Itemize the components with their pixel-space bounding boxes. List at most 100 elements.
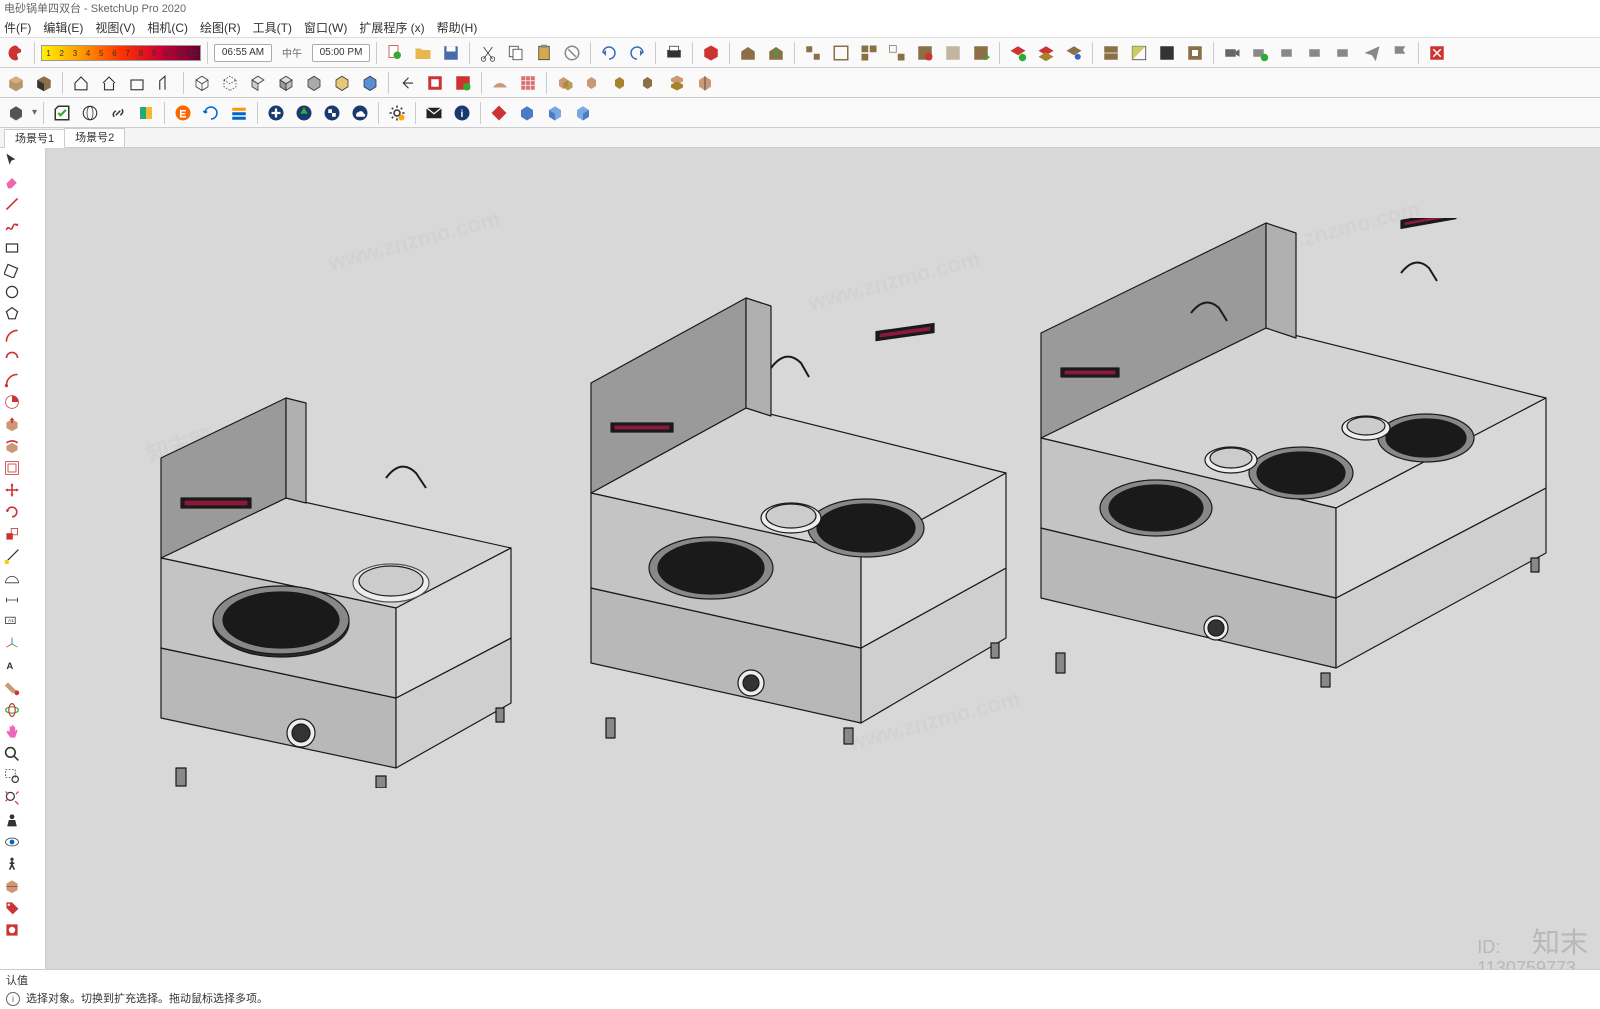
section-icon[interactable]	[2, 876, 22, 896]
layer-visibility-icon[interactable]	[1062, 41, 1086, 65]
scale-icon[interactable]	[2, 524, 22, 544]
zoom-icon[interactable]	[2, 744, 22, 764]
menu-edit[interactable]: 编辑(E)	[43, 19, 83, 36]
walk-icon[interactable]	[2, 854, 22, 874]
ext-box-left-icon[interactable]	[543, 101, 567, 125]
shadow-gradient[interactable]: 123456789101112	[41, 45, 201, 61]
house-left-icon[interactable]	[153, 71, 177, 95]
select-icon[interactable]	[2, 150, 22, 170]
tag-icon[interactable]	[2, 898, 22, 918]
style-wire-icon[interactable]	[190, 71, 214, 95]
palette-icon[interactable]	[4, 41, 28, 65]
open-icon[interactable]	[411, 41, 435, 65]
section-fill-icon[interactable]	[1155, 41, 1179, 65]
ext-enscape-icon[interactable]	[171, 101, 195, 125]
camera-next-icon[interactable]	[1304, 41, 1328, 65]
style-xray-icon[interactable]	[330, 71, 354, 95]
component-edit-icon[interactable]	[829, 41, 853, 65]
undo-icon[interactable]	[597, 41, 621, 65]
delete-icon[interactable]	[560, 41, 584, 65]
tab-scene1[interactable]: 场景号1	[4, 129, 65, 148]
hide-icon[interactable]	[941, 41, 965, 65]
pan-icon[interactable]	[2, 722, 22, 742]
style-mono-icon[interactable]	[302, 71, 326, 95]
send-icon[interactable]	[1360, 41, 1384, 65]
menu-window[interactable]: 窗口(W)	[304, 19, 347, 36]
eraser-icon[interactable]	[2, 172, 22, 192]
redo-icon[interactable]	[625, 41, 649, 65]
arc2-icon[interactable]	[2, 348, 22, 368]
camera-play-icon[interactable]	[1248, 41, 1272, 65]
look-around-icon[interactable]	[2, 832, 22, 852]
dimension-icon[interactable]	[2, 590, 22, 610]
solid-intersect-icon[interactable]	[581, 71, 605, 95]
ext-cloud-icon[interactable]	[348, 101, 372, 125]
print-icon[interactable]	[662, 41, 686, 65]
tab-scene2[interactable]: 场景号2	[64, 128, 125, 147]
solid-subtract-icon[interactable]	[609, 71, 633, 95]
camera-record-icon[interactable]	[1220, 41, 1244, 65]
shadow-time-start[interactable]: 06:55 AM	[214, 44, 272, 62]
polygon-icon[interactable]	[2, 304, 22, 324]
3dtext-icon[interactable]: A	[2, 656, 22, 676]
pushpull-icon[interactable]	[2, 414, 22, 434]
house-icon[interactable]	[69, 71, 93, 95]
ext-globe-icon[interactable]	[78, 101, 102, 125]
group-icon[interactable]	[857, 41, 881, 65]
solid-split-icon[interactable]	[665, 71, 689, 95]
style-shaded-icon[interactable]	[246, 71, 270, 95]
layer-new-icon[interactable]	[1006, 41, 1030, 65]
position-camera-icon[interactable]	[2, 810, 22, 830]
box-icon[interactable]	[4, 71, 28, 95]
viewport-3d[interactable]: www.znzmo.com 知末网 www.znzmo.com 知末网 www.…	[46, 148, 1600, 969]
followme-icon[interactable]	[2, 436, 22, 456]
menu-camera[interactable]: 相机(C)	[147, 19, 188, 36]
text-icon[interactable]: A1	[2, 612, 22, 632]
menu-tools[interactable]: 工具(T)	[253, 19, 292, 36]
zoom-window-icon[interactable]	[2, 766, 22, 786]
ext-link-icon[interactable]	[106, 101, 130, 125]
ext-box-right-icon[interactable]	[571, 101, 595, 125]
new-file-icon[interactable]	[383, 41, 407, 65]
camera-stop-icon[interactable]	[1332, 41, 1356, 65]
ext-diamond-icon[interactable]	[487, 101, 511, 125]
section-display-icon[interactable]	[1127, 41, 1151, 65]
ext-plus-icon[interactable]	[264, 101, 288, 125]
ext-checker-icon[interactable]	[320, 101, 344, 125]
rectangle-icon[interactable]	[2, 238, 22, 258]
component-attributes-icon[interactable]	[451, 71, 475, 95]
move-icon[interactable]	[2, 480, 22, 500]
section-cut-icon[interactable]	[1183, 41, 1207, 65]
ext-gear-icon[interactable]	[385, 101, 409, 125]
ext-mail-icon[interactable]	[422, 101, 446, 125]
solid-outer-icon[interactable]	[693, 71, 717, 95]
tape-icon[interactable]	[2, 546, 22, 566]
paste-icon[interactable]	[532, 41, 556, 65]
save-icon[interactable]	[439, 41, 463, 65]
warehouse-icon[interactable]	[736, 41, 760, 65]
sandbox-icon[interactable]	[488, 71, 512, 95]
ext-refresh-icon[interactable]	[199, 101, 223, 125]
orbit-icon[interactable]	[2, 700, 22, 720]
freehand-icon[interactable]	[2, 216, 22, 236]
box-open-icon[interactable]	[32, 71, 56, 95]
protractor-icon[interactable]	[2, 568, 22, 588]
house-back-icon[interactable]	[125, 71, 149, 95]
sandbox-grid-icon[interactable]	[516, 71, 540, 95]
ext-cube-icon[interactable]	[4, 101, 28, 125]
house-front-icon[interactable]	[97, 71, 121, 95]
axes-icon[interactable]	[2, 634, 22, 654]
ext-box-blue-icon[interactable]	[515, 101, 539, 125]
model-info-icon[interactable]	[699, 41, 723, 65]
shadow-time-end[interactable]: 05:00 PM	[312, 44, 370, 62]
ext-check-icon[interactable]	[50, 101, 74, 125]
menu-file[interactable]: 件(F)	[4, 19, 31, 36]
copy-icon[interactable]	[504, 41, 528, 65]
menu-draw[interactable]: 绘图(R)	[200, 19, 241, 36]
solid-trim-icon[interactable]	[637, 71, 661, 95]
pie-icon[interactable]	[2, 392, 22, 412]
solid-union-icon[interactable]	[553, 71, 577, 95]
line-icon[interactable]	[2, 194, 22, 214]
component-options-icon[interactable]	[423, 71, 447, 95]
offset-icon[interactable]	[2, 458, 22, 478]
